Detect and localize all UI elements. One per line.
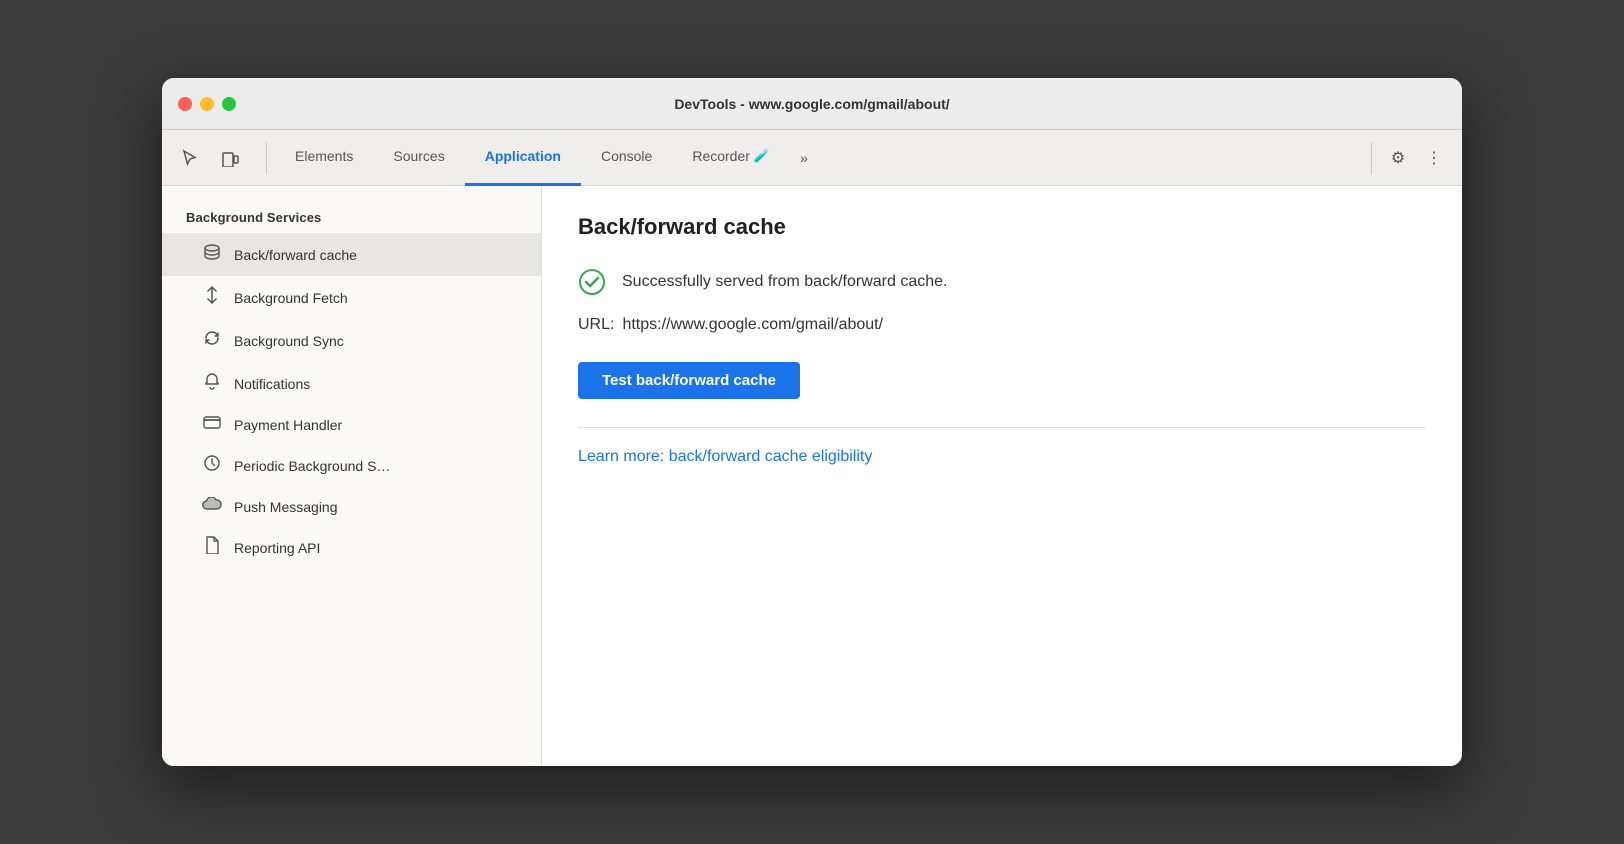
device-toolbar-button[interactable] (214, 142, 246, 174)
bell-icon (202, 372, 222, 395)
database-icon (202, 243, 222, 266)
sidebar-item-label-background-fetch: Background Fetch (234, 290, 348, 306)
traffic-lights (178, 97, 236, 111)
url-label: URL: (578, 316, 614, 334)
sidebar-item-label-notifications: Notifications (234, 376, 310, 392)
sidebar-item-label-background-sync: Background Sync (234, 333, 344, 349)
tab-recorder[interactable]: Recorder 🧪 (672, 130, 790, 186)
sync-icon (202, 329, 222, 352)
cursor-tool-button[interactable] (174, 142, 206, 174)
maximize-button[interactable] (222, 97, 236, 111)
right-divider (1371, 142, 1372, 174)
document-icon (202, 536, 222, 559)
tab-application[interactable]: Application (465, 130, 581, 186)
sidebar-item-push-messaging[interactable]: Push Messaging (162, 487, 541, 526)
close-button[interactable] (178, 97, 192, 111)
sidebar-item-notifications[interactable]: Notifications (162, 362, 541, 405)
more-options-button[interactable]: ⋮ (1418, 142, 1450, 174)
sidebar-item-back-forward-cache[interactable]: Back/forward cache (162, 233, 541, 276)
more-tabs-button[interactable]: » (790, 130, 818, 186)
success-icon (578, 268, 606, 296)
window-title: DevTools - www.google.com/gmail/about/ (674, 96, 949, 112)
toolbar-icons (174, 142, 246, 174)
divider (578, 427, 1426, 428)
minimize-button[interactable] (200, 97, 214, 111)
test-cache-button[interactable]: Test back/forward cache (578, 362, 800, 399)
sidebar-section-title: Background Services (162, 202, 541, 233)
clock-icon (202, 454, 222, 477)
sidebar-item-label-push-messaging: Push Messaging (234, 499, 338, 515)
cloud-icon (202, 497, 222, 516)
tab-console[interactable]: Console (581, 130, 672, 186)
toolbar-right: ⚙ ⋮ (1365, 142, 1450, 174)
tab-elements[interactable]: Elements (275, 130, 373, 186)
success-message: Successfully served from back/forward ca… (622, 273, 947, 291)
success-row: Successfully served from back/forward ca… (578, 268, 1426, 296)
sidebar-item-background-fetch[interactable]: Background Fetch (162, 276, 541, 319)
tabs: Elements Sources Application Console Rec… (275, 130, 1365, 186)
sidebar-item-payment-handler[interactable]: Payment Handler (162, 405, 541, 444)
arrows-updown-icon (202, 286, 222, 309)
sidebar-item-label-back-forward-cache: Back/forward cache (234, 247, 357, 263)
settings-button[interactable]: ⚙ (1382, 142, 1414, 174)
sidebar-item-label-reporting-api: Reporting API (234, 540, 320, 556)
toolbar-divider (266, 142, 267, 174)
learn-more-link[interactable]: Learn more: back/forward cache eligibili… (578, 448, 872, 465)
sidebar-item-periodic-background-sync[interactable]: Periodic Background S… (162, 444, 541, 487)
title-bar: DevTools - www.google.com/gmail/about/ (162, 78, 1462, 130)
devtools-window: DevTools - www.google.com/gmail/about/ E… (162, 78, 1462, 766)
sidebar: Background Services Back/forward cache (162, 186, 542, 766)
sidebar-item-label-payment-handler: Payment Handler (234, 417, 342, 433)
main-area: Background Services Back/forward cache (162, 186, 1462, 766)
tab-sources[interactable]: Sources (373, 130, 464, 186)
url-row: URL: https://www.google.com/gmail/about/ (578, 316, 1426, 334)
flask-icon: 🧪 (754, 148, 770, 164)
content-panel: Back/forward cache Successfully served f… (542, 186, 1462, 766)
toolbar: Elements Sources Application Console Rec… (162, 130, 1462, 186)
content-title: Back/forward cache (578, 214, 1426, 240)
url-value: https://www.google.com/gmail/about/ (622, 316, 883, 334)
sidebar-item-reporting-api[interactable]: Reporting API (162, 526, 541, 569)
payment-icon (202, 415, 222, 434)
sidebar-item-label-periodic-background-sync: Periodic Background S… (234, 458, 390, 474)
sidebar-item-background-sync[interactable]: Background Sync (162, 319, 541, 362)
